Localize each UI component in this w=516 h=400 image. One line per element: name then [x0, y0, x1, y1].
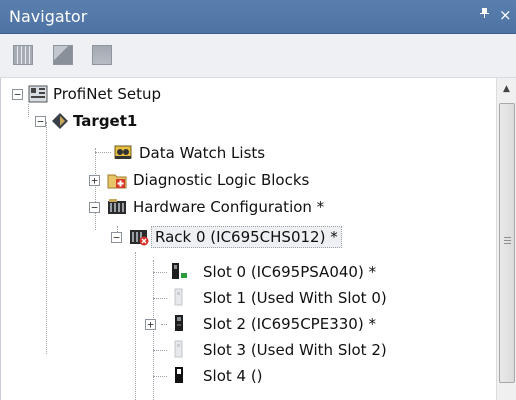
power-supply-icon — [172, 263, 187, 279]
tree-item-label: Slot 0 (IC695PSA040) * — [203, 263, 377, 281]
tree-item-target1[interactable]: − Target1 — [1, 108, 481, 134]
collapse-icon[interactable]: − — [35, 116, 46, 127]
tree-item-diagnostic-logic-blocks[interactable]: + Diagnostic Logic Blocks — [1, 167, 481, 193]
grid-view-icon[interactable] — [13, 45, 33, 65]
blank-view-icon[interactable] — [92, 45, 112, 65]
tree-item-label: Slot 2 (IC695CPE330) * — [203, 315, 376, 333]
tree-item-slot-1[interactable]: Slot 1 (Used With Slot 0) — [1, 285, 481, 311]
tree-item-label: Hardware Configuration * — [133, 198, 325, 216]
tree-item-label: Rack 0 (IC695CHS012) * — [151, 226, 342, 248]
tree-item-label: Data Watch Lists — [139, 144, 266, 162]
tree-item-slot-2[interactable]: + Slot 2 (IC695CPE330) * — [1, 311, 481, 337]
profinet-icon — [28, 85, 48, 103]
close-icon[interactable]: × — [499, 6, 512, 24]
collapse-icon[interactable]: − — [111, 232, 122, 243]
panel-title: Navigator — [9, 7, 88, 26]
grip-icon — [504, 237, 511, 245]
collapse-icon[interactable]: − — [89, 202, 100, 213]
tree-item-slot-0[interactable]: Slot 0 (IC695PSA040) * — [1, 259, 481, 285]
collapse-icon[interactable]: − — [12, 89, 23, 100]
vertical-scrollbar[interactable]: ▲ — [496, 78, 516, 400]
tree-item-slot-4[interactable]: Slot 4 () — [1, 363, 481, 389]
expand-icon[interactable]: + — [145, 319, 156, 330]
scroll-up-icon[interactable]: ▲ — [497, 78, 516, 100]
chart-view-icon[interactable] — [53, 45, 73, 65]
tree-item-profinet-setup[interactable]: − ProfiNet Setup — [1, 81, 481, 107]
navigator-title-bar: Navigator × — [0, 0, 516, 34]
rack-error-icon — [130, 230, 149, 246]
navigator-tree: − ProfiNet Setup − Target1 Data Watch Li… — [0, 78, 496, 400]
pin-icon[interactable] — [479, 7, 490, 23]
tree-item-label: Slot 3 (Used With Slot 2) — [203, 341, 387, 359]
tree-item-label: Diagnostic Logic Blocks — [133, 171, 310, 189]
target-diamond-icon — [52, 113, 68, 129]
hardware-config-icon — [108, 199, 126, 214]
tree-item-label: Target1 — [73, 112, 138, 130]
empty-slot-icon — [174, 340, 183, 358]
diagnostic-folder-icon — [107, 174, 127, 189]
tree-item-slot-3[interactable]: Slot 3 (Used With Slot 2) — [1, 337, 481, 363]
tree-item-hardware-configuration[interactable]: − Hardware Configuration * — [1, 194, 481, 220]
empty-slot-icon — [174, 288, 183, 306]
cpu-module-icon — [175, 315, 183, 331]
tree-item-label: ProfiNet Setup — [53, 85, 162, 103]
data-watch-icon — [114, 145, 132, 159]
module-slot-icon — [175, 367, 183, 383]
tree-item-label: Slot 4 () — [203, 367, 263, 385]
tree-item-label: Slot 1 (Used With Slot 0) — [203, 289, 387, 307]
tree-item-rack-0[interactable]: − Rack 0 (IC695CHS012) * — [1, 224, 481, 250]
scrollbar-thumb[interactable] — [499, 103, 515, 383]
expand-icon[interactable]: + — [89, 175, 100, 186]
tree-item-data-watch-lists[interactable]: Data Watch Lists — [1, 140, 481, 166]
navigator-toolbar — [0, 34, 516, 78]
